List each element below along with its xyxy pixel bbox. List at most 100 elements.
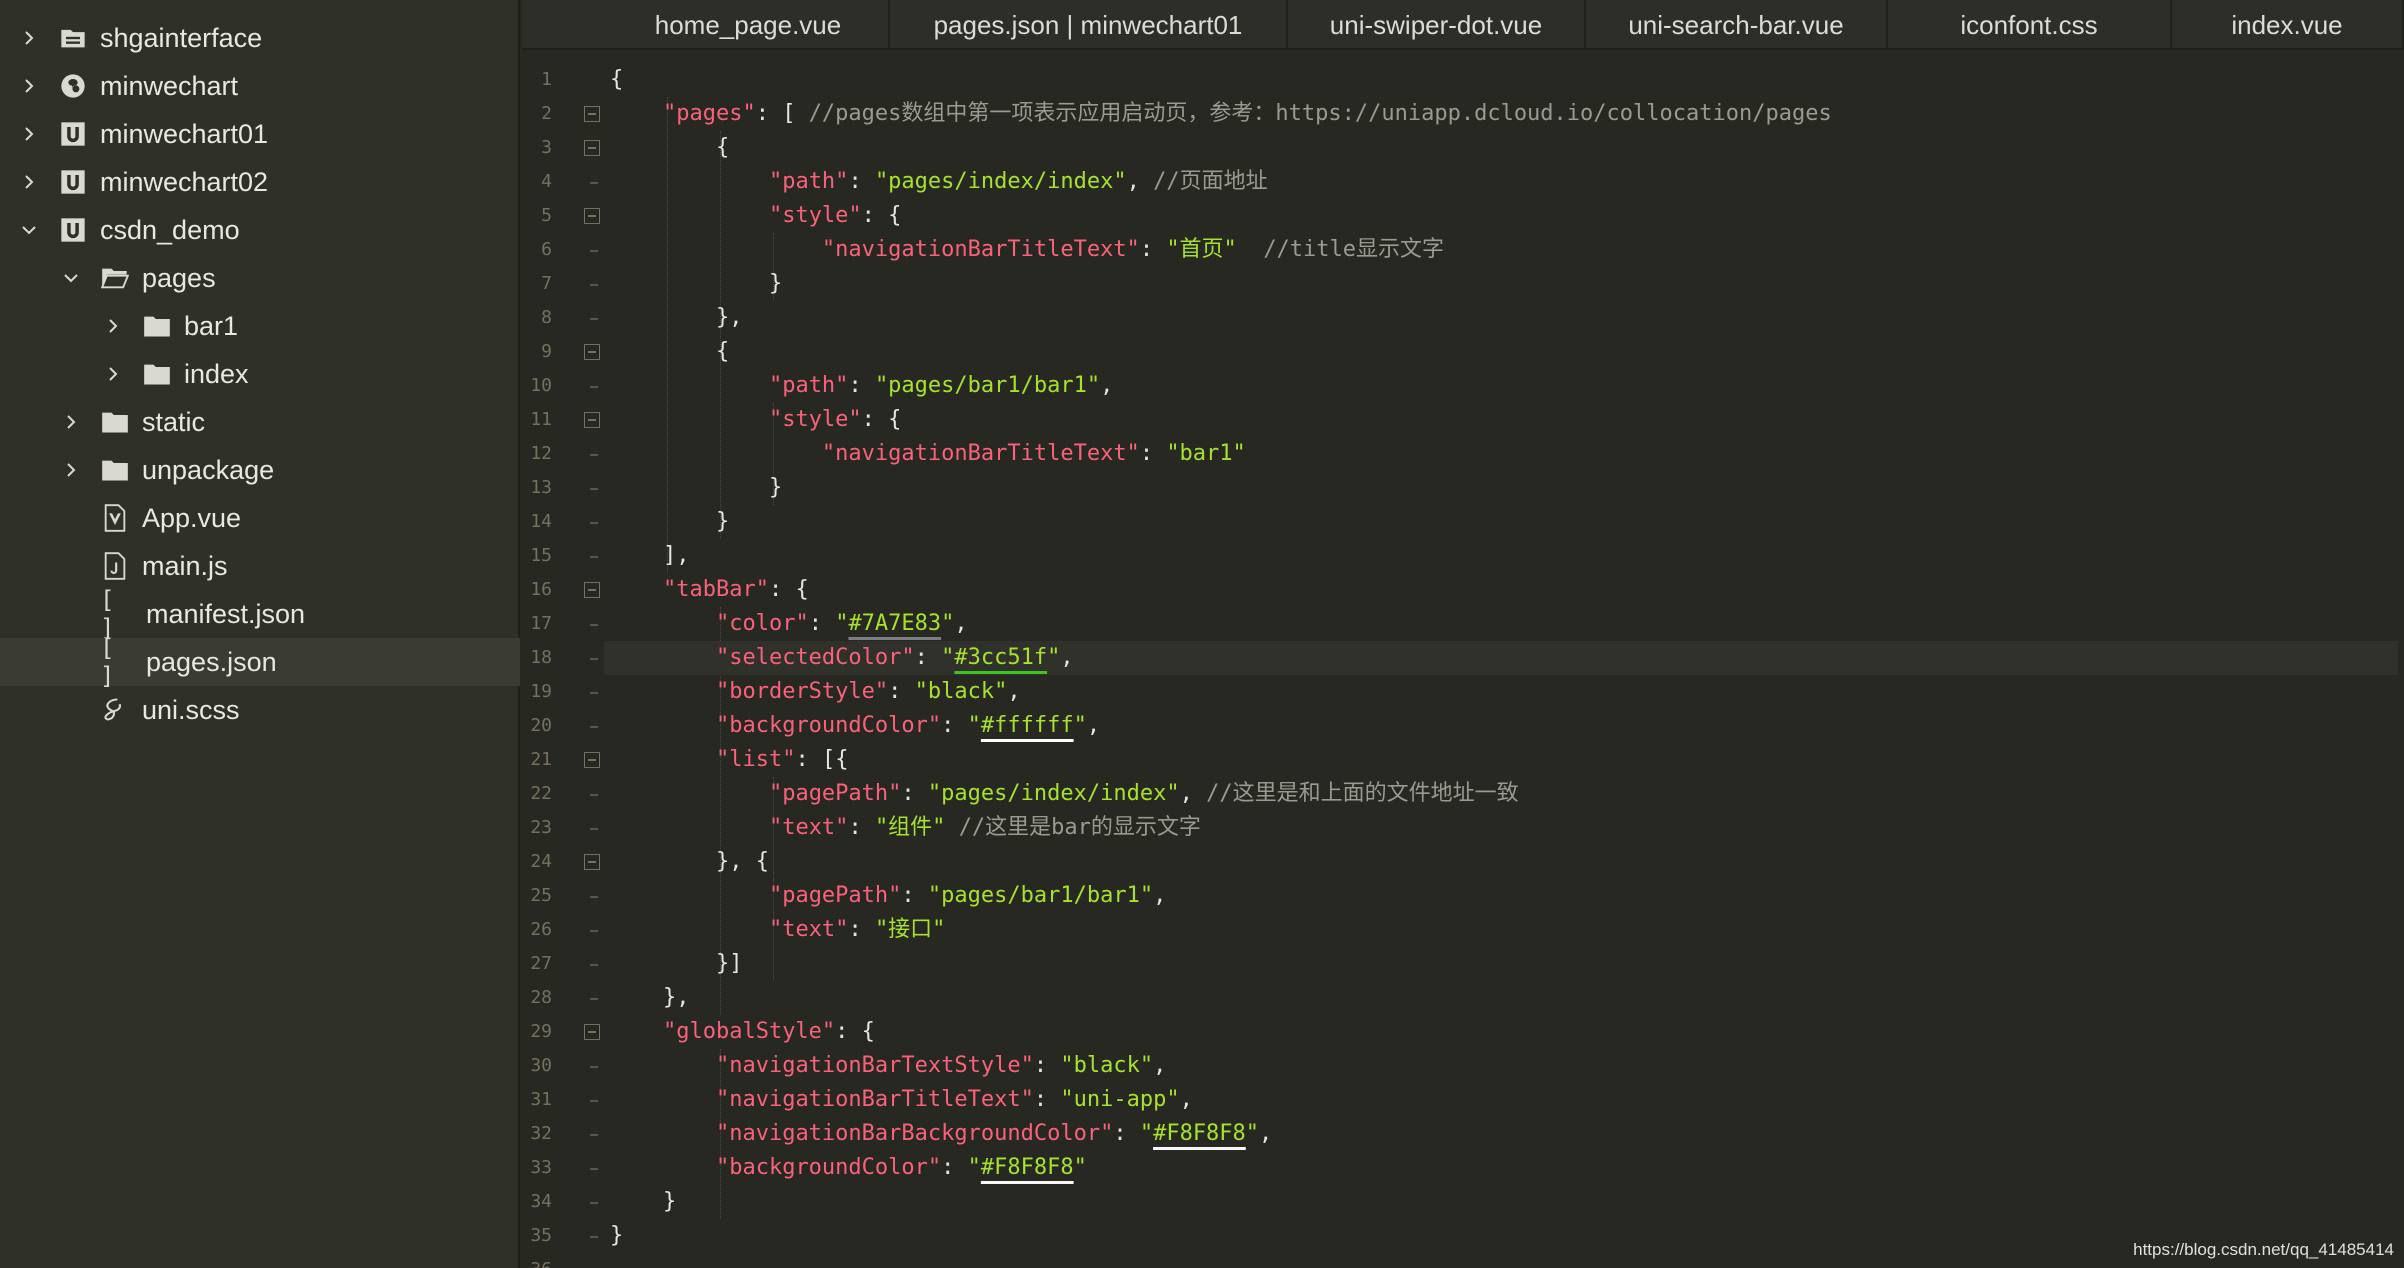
- code-line[interactable]: "navigationBarTitleText": "uni-app",: [610, 1083, 1193, 1117]
- code-editor[interactable]: 1 2 3 4 5 6 7 8 9 10 11 12 13 14 15 16 17 18 19 20 21 22 23 24 2…: [522, 52, 2404, 1268]
- fold-toggle-icon[interactable]: [584, 140, 600, 156]
- fold-guide-mark: [590, 726, 598, 728]
- editor-tab[interactable]: pages.json | minwechart01: [890, 0, 1288, 50]
- tree-item-label: bar1: [184, 310, 239, 341]
- code-line[interactable]: },: [610, 301, 743, 335]
- code-line[interactable]: "globalStyle": {: [610, 1015, 875, 1049]
- chevron-right-icon[interactable]: [60, 459, 82, 481]
- code-line[interactable]: "pages": [ //pages数组中第一项表示应用启动页，参考：https…: [610, 97, 1832, 131]
- tree-item-index[interactable]: index: [0, 350, 520, 398]
- chevron-down-icon[interactable]: [18, 219, 40, 241]
- fold-toggle-icon[interactable]: [584, 106, 600, 122]
- code-line[interactable]: }: [610, 267, 782, 301]
- code-line[interactable]: "navigationBarTitleText": "bar1": [610, 437, 1246, 471]
- code-line[interactable]: "color": "#7A7E83",: [610, 607, 968, 641]
- code-line[interactable]: }: [610, 1219, 623, 1253]
- tree-item-label: minwechart01: [100, 118, 269, 149]
- code-line[interactable]: "borderStyle": "black",: [610, 675, 1021, 709]
- chevron-right-icon[interactable]: [60, 411, 82, 433]
- code-punctuation: [610, 713, 716, 738]
- tree-item-csdn-demo[interactable]: csdn_demo: [0, 206, 520, 254]
- chevron-right-icon[interactable]: [18, 171, 40, 193]
- editor-tab[interactable]: home_page.vue: [608, 0, 890, 50]
- fold-toggle-icon[interactable]: [584, 412, 600, 428]
- chevron-right-icon[interactable]: [102, 315, 124, 337]
- editor-tab[interactable]: uni-search-bar.vue: [1586, 0, 1888, 50]
- code-line[interactable]: {: [610, 335, 729, 369]
- code-line[interactable]: "navigationBarTextStyle": "black",: [610, 1049, 1166, 1083]
- tree-item-bar1[interactable]: bar1: [0, 302, 520, 350]
- code-line[interactable]: ],: [610, 539, 690, 573]
- chevron-down-icon[interactable]: [60, 267, 82, 289]
- fold-toggle-icon[interactable]: [584, 344, 600, 360]
- tree-item-static[interactable]: static: [0, 398, 520, 446]
- code-line[interactable]: },: [610, 981, 690, 1015]
- editor-tab[interactable]: iconfont.css: [1888, 0, 2172, 50]
- tree-item-uni-scss[interactable]: uni.scss: [0, 686, 520, 734]
- scss-file-icon: [100, 695, 130, 725]
- code-line[interactable]: }]: [610, 947, 743, 981]
- json-string: ": [1245, 1121, 1260, 1146]
- line-number: 8: [541, 307, 552, 328]
- line-number: 33: [530, 1157, 552, 1178]
- fold-toggle-icon[interactable]: [584, 1024, 600, 1040]
- code-line[interactable]: }: [610, 505, 729, 539]
- tree-item-minwechart[interactable]: minwechart: [0, 62, 520, 110]
- code-punctuation: : [: [755, 101, 809, 126]
- code-line[interactable]: "selectedColor": "#3cc51f",: [604, 641, 2398, 675]
- fold-toggle-icon[interactable]: [584, 582, 600, 598]
- code-line[interactable]: "list": [{: [610, 743, 848, 777]
- tree-item-app-vue[interactable]: App.vue: [0, 494, 520, 542]
- code-line[interactable]: "style": {: [610, 403, 901, 437]
- code-line[interactable]: "tabBar": {: [610, 573, 809, 607]
- code-line[interactable]: "backgroundColor": "#ffffff",: [610, 709, 1100, 743]
- code-line[interactable]: "path": "pages/index/index", //页面地址: [610, 165, 1268, 199]
- code-punctuation: }: [610, 509, 730, 534]
- code-comment: //pages数组中第一项表示应用启动页，参考：https://uniapp.d…: [808, 101, 1832, 126]
- tree-item-label: manifest.json: [146, 598, 306, 629]
- tree-item-minwechart01[interactable]: minwechart01: [0, 110, 520, 158]
- code-line[interactable]: "text": "接口": [610, 913, 945, 947]
- code-punctuation: [945, 815, 958, 840]
- fold-toggle-icon[interactable]: [584, 752, 600, 768]
- tree-item-shgainterface[interactable]: shgainterface: [0, 14, 520, 62]
- code-line[interactable]: "navigationBarTitleText": "首页" //title显示…: [610, 233, 1444, 267]
- code-line[interactable]: "text": "组件" //这里是bar的显示文字: [610, 811, 1201, 845]
- code-line[interactable]: "path": "pages/bar1/bar1",: [610, 369, 1113, 403]
- code-line[interactable]: "pagePath": "pages/index/index", //这里是和上…: [610, 777, 1519, 811]
- chevron-right-icon[interactable]: [18, 27, 40, 49]
- chevron-right-icon[interactable]: [18, 75, 40, 97]
- tree-item-unpackage[interactable]: unpackage: [0, 446, 520, 494]
- tree-item-main-js[interactable]: main.js: [0, 542, 520, 590]
- code-line[interactable]: "style": {: [610, 199, 901, 233]
- code-line[interactable]: {: [610, 131, 729, 165]
- code-line[interactable]: }, {: [610, 845, 769, 879]
- code-punctuation: :: [848, 917, 875, 942]
- code-line[interactable]: "backgroundColor": "#F8F8F8": [610, 1151, 1087, 1185]
- tree-item-pages[interactable]: pages: [0, 254, 520, 302]
- editor-tab[interactable]: uni-swiper-dot.vue: [1288, 0, 1586, 50]
- code-line[interactable]: "navigationBarBackgroundColor": "#F8F8F8…: [610, 1117, 1272, 1151]
- tree-item-pages-json[interactable]: [ ] pages.json: [0, 634, 520, 690]
- json-string: "首页": [1166, 237, 1237, 262]
- tree-item-minwechart02[interactable]: minwechart02: [0, 158, 520, 206]
- editor-tab[interactable]: index.vue: [2172, 0, 2404, 50]
- tree-item-manifest-json[interactable]: [ ] manifest.json: [0, 586, 520, 642]
- fold-guide-mark: [590, 250, 598, 252]
- code-line[interactable]: }: [610, 1185, 676, 1219]
- chevron-right-icon[interactable]: [18, 123, 40, 145]
- chevron-right-icon[interactable]: [102, 363, 124, 385]
- fold-toggle-icon[interactable]: [584, 208, 600, 224]
- code-punctuation: [610, 1155, 716, 1180]
- code-line[interactable]: "pagePath": "pages/bar1/bar1",: [610, 879, 1166, 913]
- file-explorer-sidebar: shgainterface minwechart minwechart01 minwe…: [0, 0, 520, 1268]
- fold-toggle-icon[interactable]: [584, 854, 600, 870]
- code-punctuation: : [{: [795, 747, 849, 772]
- code-punctuation: }: [610, 271, 783, 296]
- code-area[interactable]: { "pages": [ //pages数组中第一项表示应用启动页，参考：htt…: [604, 52, 2400, 1268]
- code-line[interactable]: }: [610, 471, 782, 505]
- line-number: 18: [530, 647, 552, 668]
- code-line[interactable]: {: [610, 63, 623, 97]
